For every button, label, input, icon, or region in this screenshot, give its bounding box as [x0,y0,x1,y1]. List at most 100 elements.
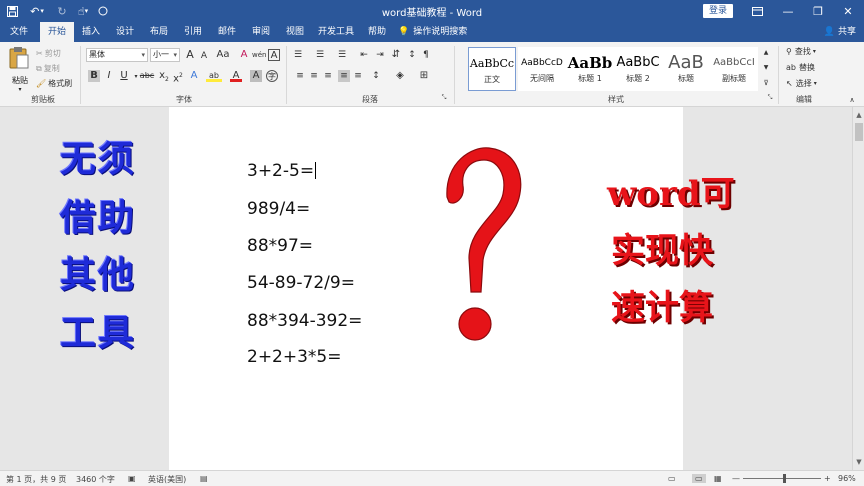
equation-line-6[interactable]: 2+2+3*5= [247,347,342,367]
style-normal[interactable]: AaBbCc 正文 [468,47,516,91]
shrink-font-icon[interactable]: A [198,50,210,62]
web-layout-icon[interactable]: ▦ [714,474,722,483]
equation-line-1[interactable]: 3+2-5= [247,161,317,181]
ribbon-display-icon[interactable] [742,0,772,22]
zoom-slider[interactable] [743,478,821,479]
overlay-left-line-1: 无须 [60,138,137,180]
justify-icon[interactable]: ≡ [338,70,350,82]
subscript-button[interactable]: x2 [158,70,170,83]
chinese-layout-icon[interactable]: ⇵ [390,49,402,61]
align-left-icon[interactable]: ≡ [294,70,306,82]
equation-line-4[interactable]: 54-89-72/9= [247,273,355,293]
font-name-select[interactable]: 黑体 ▾ [86,48,148,62]
enclose-char-icon[interactable]: 字 [266,70,278,82]
collapse-ribbon-icon[interactable]: ∧ [846,94,858,106]
copy-button[interactable]: ⧉ 复制 [36,63,60,74]
zoom-in-icon[interactable]: + [824,474,831,483]
style-subtitle[interactable]: AaBbCcI 副标题 [710,47,758,91]
macro-record-icon[interactable]: ▤ [200,474,208,483]
text-effects-icon[interactable]: A [188,70,200,82]
style-heading-1[interactable]: AaBb 标题 1 [566,47,614,91]
tab-layout[interactable]: 布局 [144,22,174,42]
highlight-icon[interactable]: ab [206,70,222,82]
align-center-icon[interactable]: ≡ [308,70,320,82]
style-heading-2[interactable]: AaBbC 标题 2 [614,47,662,91]
close-button[interactable]: ✕ [833,0,863,22]
bold-button[interactable]: B [88,70,100,82]
replace-button[interactable]: ab 替换 [786,62,815,73]
line-spacing-icon[interactable]: ↕ [370,70,382,82]
share-button[interactable]: 👤 共享 [824,22,856,42]
replace-icon: ab [786,63,796,72]
style-no-spacing[interactable]: AaBbCcD 无间隔 [518,47,566,91]
multilevel-list-icon[interactable]: ☰ [336,49,348,61]
align-right-icon[interactable]: ≡ [322,70,334,82]
tab-references[interactable]: 引用 [178,22,208,42]
tab-design[interactable]: 设计 [110,22,140,42]
page-count[interactable]: 第 1 页，共 9 页 [6,474,66,485]
underline-button[interactable]: U [118,70,130,82]
clear-format-icon[interactable]: A [238,49,250,61]
tab-review[interactable]: 审阅 [246,22,276,42]
decrease-indent-icon[interactable]: ⇤ [358,49,370,61]
equation-line-2[interactable]: 989/4= [247,199,310,219]
style-title[interactable]: AaB 标题 [662,47,710,91]
equation-line-5[interactable]: 88*394-392= [247,311,362,331]
zoom-level[interactable]: 96% [838,474,856,483]
equation-line-3[interactable]: 88*97= [247,236,313,256]
paste-button[interactable]: 粘贴 ▾ [8,46,32,93]
styles-scroll-up-icon[interactable]: ▲ [760,47,772,59]
change-case-icon[interactable]: Aa [214,49,232,61]
font-color-icon[interactable]: A [230,70,242,82]
pilcrow-icon[interactable]: ¶ [420,49,432,61]
strikethrough-button[interactable]: abc [139,70,155,82]
tab-developer[interactable]: 开发工具 [314,22,358,42]
maximize-button[interactable]: ❐ [803,0,833,22]
borders-icon[interactable]: ⊞ [418,70,430,82]
grow-font-icon[interactable]: A [184,49,196,61]
italic-button[interactable]: I [103,70,115,82]
select-button[interactable]: ↖ 选择 ▾ [786,78,817,89]
language-indicator[interactable]: 英语(美国) [148,474,186,485]
word-count[interactable]: 3460 个字 [76,474,115,485]
find-button[interactable]: ⚲ 查找 ▾ [786,46,816,57]
char-border-icon[interactable]: A [268,49,280,61]
tab-home[interactable]: 开始 [40,22,74,42]
increase-indent-icon[interactable]: ⇥ [374,49,386,61]
tab-mailings[interactable]: 邮件 [212,22,242,42]
tab-insert[interactable]: 插入 [76,22,106,42]
shading-icon[interactable]: ◈ [394,70,406,82]
numbering-icon[interactable]: ☰ [314,49,326,61]
sort-icon[interactable]: ↕ [406,49,418,61]
phonetic-guide-icon[interactable]: wén [252,49,266,61]
format-painter-button[interactable]: 🖌 格式刷 [36,78,72,89]
font-size-select[interactable]: 小一 ▾ [150,48,180,62]
login-button[interactable]: 登录 [703,4,733,18]
paragraph-group-label: 段落 [362,95,378,104]
overlay-right-line-1: word可 [607,174,735,214]
bullets-icon[interactable]: ☰ [292,49,304,61]
overlay-left-line-2: 借助 [60,197,137,239]
zoom-out-icon[interactable]: — [732,474,740,483]
tab-help[interactable]: 帮助 [362,22,392,42]
scroll-up-icon[interactable]: ▲ [853,109,864,121]
tab-view[interactable]: 视图 [280,22,310,42]
styles-scroll-down-icon[interactable]: ▼ [760,62,772,74]
zoom-slider-thumb[interactable] [783,474,786,483]
minimize-button[interactable]: — [773,0,803,22]
scroll-down-icon[interactable]: ▼ [853,456,864,468]
scrollbar-thumb[interactable] [855,123,863,141]
tab-file[interactable]: 文件 [4,22,34,42]
proofing-icon[interactable]: ▣ [128,474,136,483]
vertical-scrollbar[interactable]: ▲ ▼ [852,107,864,470]
print-layout-icon[interactable]: ▭ [692,474,706,483]
dialog-launcher-icon[interactable]: ⤡ [440,94,448,102]
read-mode-icon[interactable]: ▭ [668,474,676,483]
dialog-launcher-icon[interactable]: ⤡ [766,94,774,102]
superscript-button[interactable]: x2 [172,70,184,84]
distributed-icon[interactable]: ≡ [352,70,364,82]
cut-button[interactable]: ✂ 剪切 [36,48,61,59]
tell-me-search[interactable]: 💡 操作说明搜索 [398,22,478,42]
styles-more-icon[interactable]: ⊽ [760,77,772,89]
char-shading-icon[interactable]: A [250,70,262,82]
